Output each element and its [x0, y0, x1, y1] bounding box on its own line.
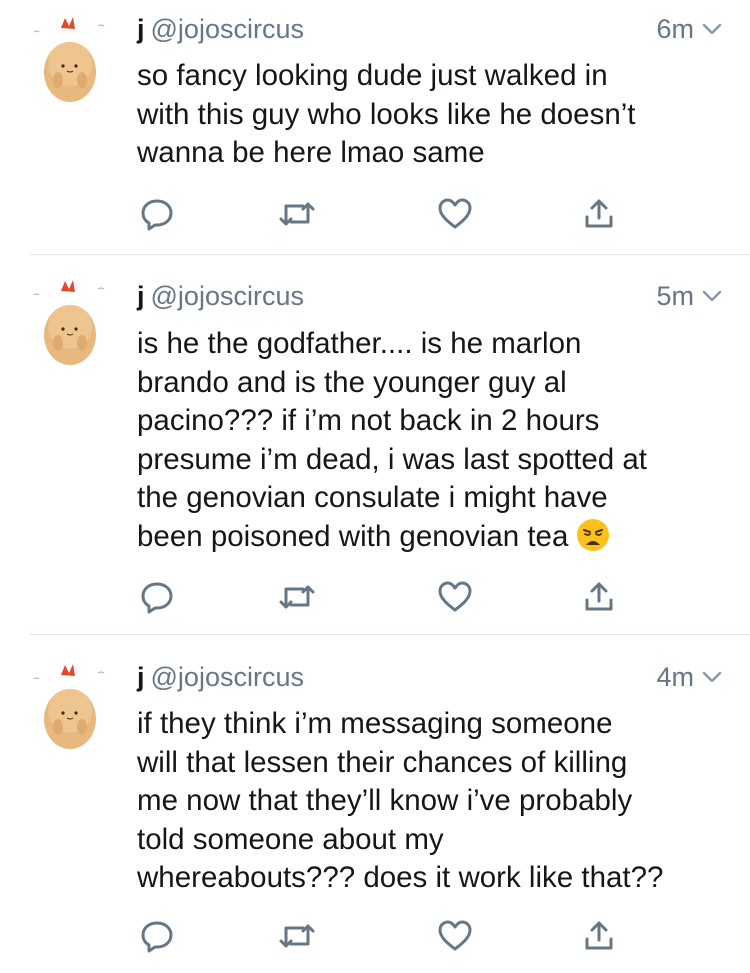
tweet-time[interactable]: 4m	[656, 662, 694, 692]
chevron-down-icon[interactable]	[700, 665, 724, 689]
retweet-icon	[277, 196, 317, 232]
tweet-actions	[137, 579, 637, 615]
retweet-button[interactable]	[277, 918, 317, 954]
tweet[interactable]: j @jojoscircus 4m if they think i’m messa…	[0, 635, 750, 973]
tweet-header: j @jojoscircus 4m	[137, 662, 724, 692]
share-icon	[581, 918, 617, 954]
user-name[interactable]: j	[137, 281, 145, 311]
reply-icon	[139, 579, 175, 615]
retweet-icon	[277, 918, 317, 954]
tweet-text-body: is he the godfather.... is he marlon bra…	[137, 327, 647, 553]
tweet-text: if they think i’m messaging someone will…	[137, 707, 664, 894]
weary-face-emoji	[576, 518, 610, 552]
like-button[interactable]	[435, 196, 475, 232]
share-button[interactable]	[579, 918, 619, 954]
avatar[interactable]	[28, 14, 118, 104]
tweet-text: so fancy looking dude just walked in wit…	[137, 59, 636, 169]
retweet-button[interactable]	[277, 196, 317, 232]
share-icon	[581, 196, 617, 232]
tweet[interactable]: j @jojoscircus 5m is he the godfather....…	[0, 255, 750, 635]
retweet-button[interactable]	[277, 579, 317, 615]
reply-icon	[139, 196, 175, 232]
user-handle[interactable]: @jojoscircus	[151, 662, 304, 692]
retweet-icon	[277, 579, 317, 615]
tweet-feed: j @jojoscircus 6m so fancy looking dude j…	[0, 0, 750, 973]
tweet-actions	[137, 196, 637, 232]
tweet-time[interactable]: 6m	[656, 14, 694, 44]
share-button[interactable]	[579, 196, 619, 232]
avatar[interactable]	[28, 277, 118, 367]
chevron-down-icon[interactable]	[700, 284, 724, 308]
share-button[interactable]	[579, 579, 619, 615]
tweet-text: is he the godfather.... is he marlon bra…	[137, 325, 726, 556]
user-name[interactable]: j	[137, 14, 145, 44]
user-name[interactable]: j	[137, 662, 145, 692]
tweet-header: j @jojoscircus 5m	[137, 281, 724, 311]
reply-icon	[139, 918, 175, 954]
like-button[interactable]	[435, 579, 475, 615]
tweet-meta: 5m	[656, 281, 724, 311]
heart-icon	[437, 918, 473, 954]
tweet-time[interactable]: 5m	[656, 281, 694, 311]
reply-button[interactable]	[137, 579, 177, 615]
tweet-header: j @jojoscircus 6m	[137, 14, 724, 44]
heart-icon	[437, 579, 473, 615]
share-icon	[581, 579, 617, 615]
tweet[interactable]: j @jojoscircus 6m so fancy looking dude j…	[0, 0, 750, 255]
tweet-actions	[137, 918, 637, 954]
tweet-meta: 4m	[656, 662, 724, 692]
user-handle[interactable]: @jojoscircus	[151, 281, 304, 311]
heart-icon	[437, 196, 473, 232]
like-button[interactable]	[435, 918, 475, 954]
reply-button[interactable]	[137, 196, 177, 232]
avatar[interactable]	[28, 661, 118, 751]
tweet-meta: 6m	[656, 14, 724, 44]
user-handle[interactable]: @jojoscircus	[151, 14, 304, 44]
reply-button[interactable]	[137, 918, 177, 954]
chevron-down-icon[interactable]	[700, 17, 724, 41]
